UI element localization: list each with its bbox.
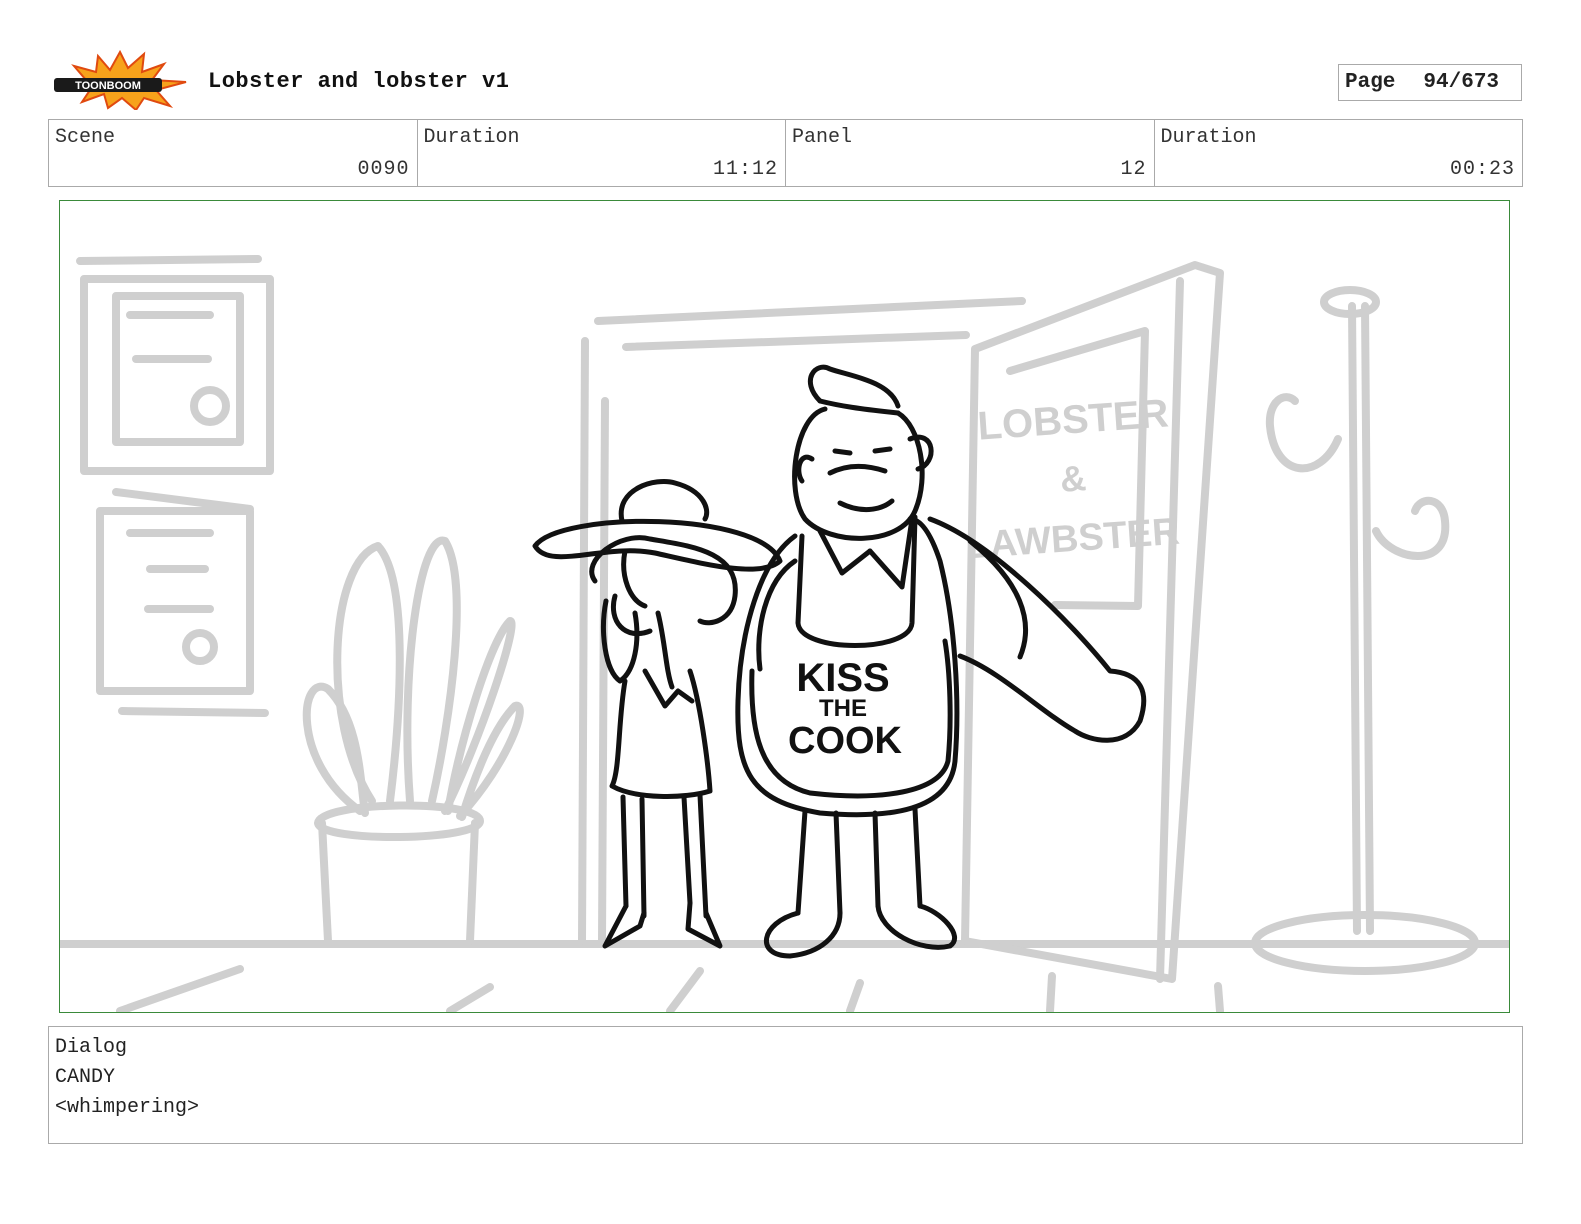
panel-label: Panel bbox=[792, 126, 853, 149]
scene-cell: Scene 0090 bbox=[49, 120, 418, 186]
dialog-box: Dialog CANDY <whimpering> bbox=[48, 1026, 1523, 1144]
panel-duration-cell: Duration 00:23 bbox=[1155, 120, 1523, 186]
storyboard-panel: LOBSTER & LAWBSTER KISS THE COOK bbox=[59, 200, 1510, 1013]
panel-duration-value: 00:23 bbox=[1449, 158, 1515, 181]
storyboard-sketch: LOBSTER & LAWBSTER KISS THE COOK bbox=[60, 255, 1509, 1012]
document-title: Lobster and lobster v1 bbox=[208, 69, 510, 94]
dialog-label: Dialog bbox=[55, 1036, 128, 1059]
scene-duration-cell: Duration 11:12 bbox=[418, 120, 786, 186]
page-number: 94/673 bbox=[1423, 71, 1500, 94]
page-label: Page bbox=[1345, 71, 1396, 94]
dialog-character: CANDY bbox=[55, 1066, 116, 1089]
dialog-line: <whimpering> bbox=[55, 1096, 200, 1119]
scene-duration-label: Duration bbox=[423, 126, 520, 149]
page-indicator: Page 94/673 bbox=[1338, 64, 1522, 101]
scene-value: 0090 bbox=[357, 158, 410, 181]
panel-duration-label: Duration bbox=[1160, 126, 1257, 149]
panel-value: 12 bbox=[1120, 158, 1147, 181]
scene-label: Scene bbox=[55, 126, 116, 149]
apron-text-the: THE bbox=[819, 695, 867, 722]
apron-text-cook: COOK bbox=[788, 720, 903, 762]
panel-cell: Panel 12 bbox=[786, 120, 1155, 186]
apron-text-kiss: KISS bbox=[796, 656, 889, 700]
door-sign-line-2: & bbox=[1059, 457, 1088, 500]
logo-text: TOONBOOM bbox=[75, 80, 141, 92]
scene-duration-value: 11:12 bbox=[712, 158, 778, 181]
scene-info-row: Scene 0090 Duration 11:12 Panel 12 Durat… bbox=[48, 119, 1523, 187]
toonboom-logo: TOONBOOM bbox=[52, 49, 188, 112]
